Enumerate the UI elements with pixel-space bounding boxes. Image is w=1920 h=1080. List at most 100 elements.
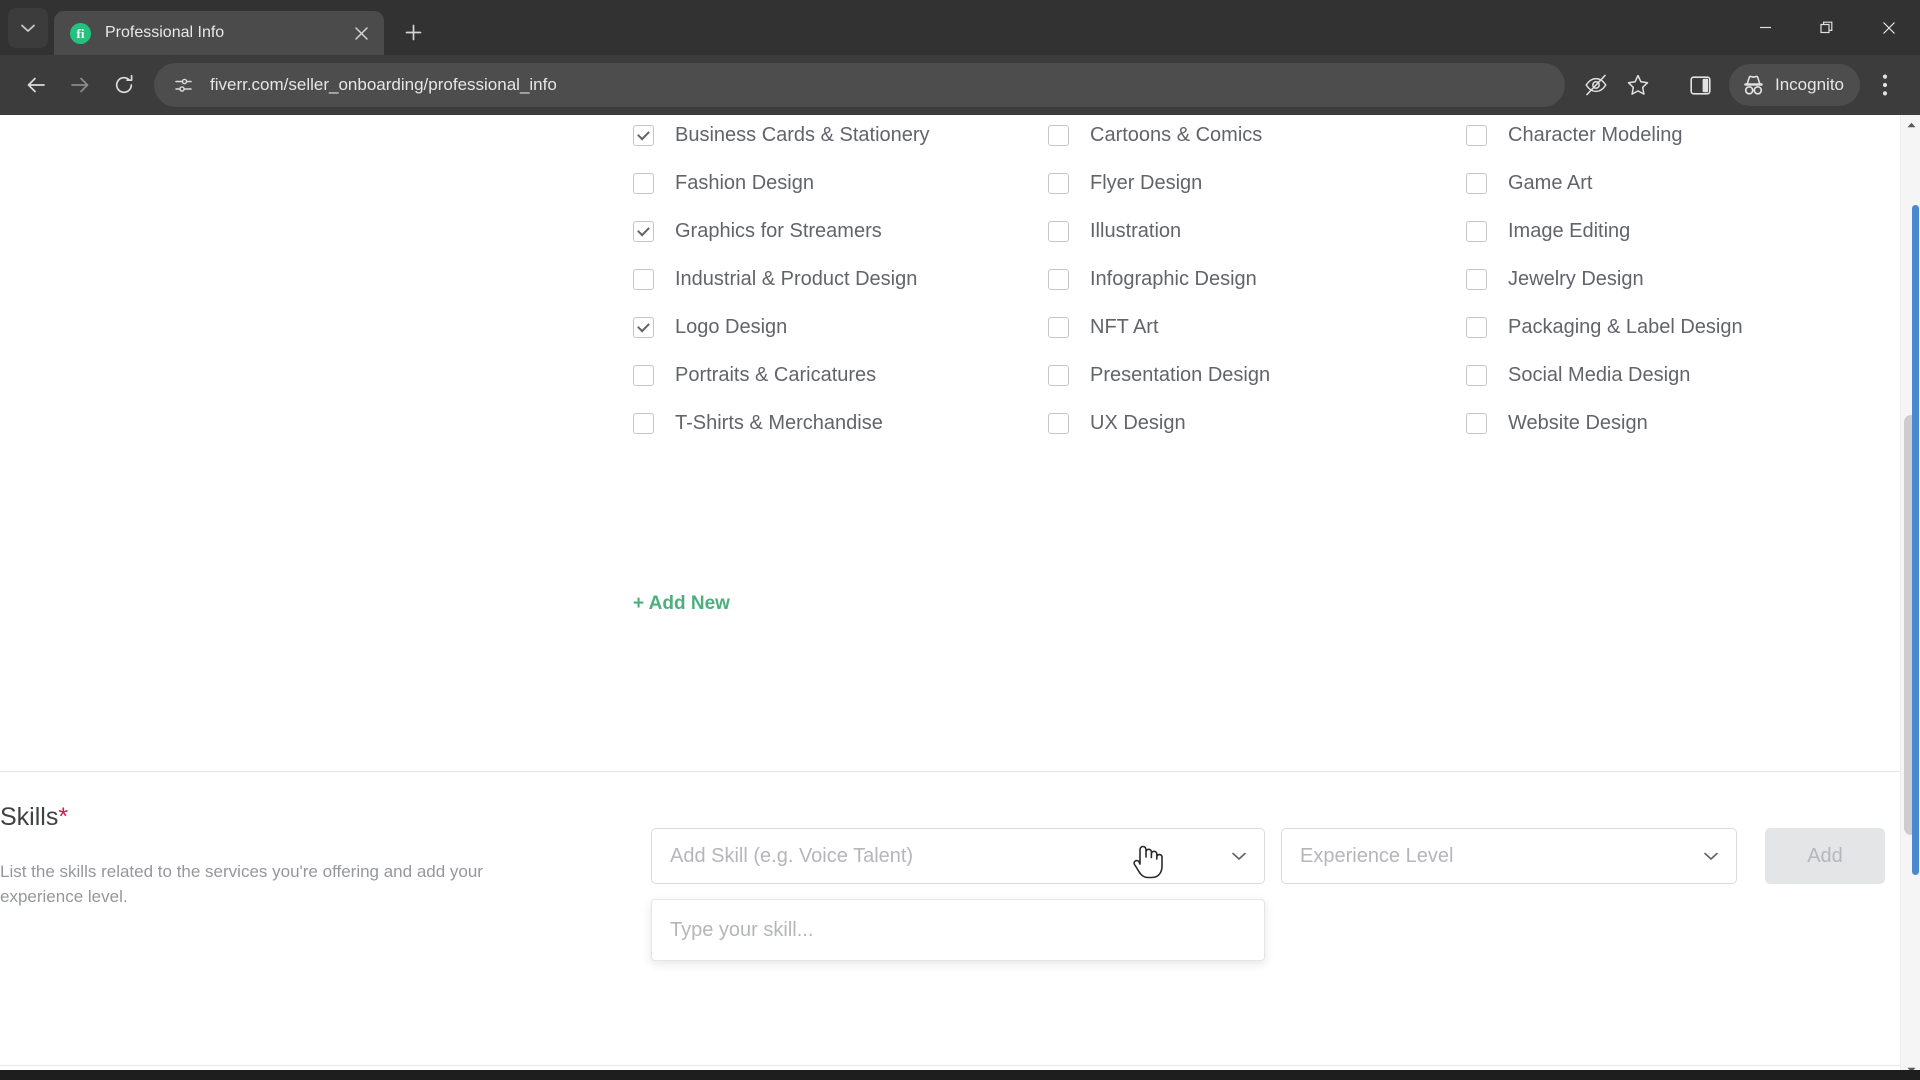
checkbox-unchecked-icon[interactable]	[1466, 220, 1487, 242]
checkbox-unchecked-icon[interactable]	[1048, 124, 1069, 146]
incognito-indicator[interactable]: Incognito	[1729, 64, 1860, 106]
checkbox-checked-icon[interactable]	[633, 220, 654, 242]
star-icon	[1627, 74, 1649, 95]
category-checkbox-item[interactable]: Character Modeling	[1466, 115, 1823, 159]
checkbox-unchecked-icon[interactable]	[633, 172, 654, 194]
category-checkbox-label: Packaging & Label Design	[1508, 315, 1743, 338]
add-new-category-link[interactable]: + Add New	[633, 593, 730, 615]
tab-title: Professional Info	[105, 24, 225, 41]
checkbox-unchecked-icon[interactable]	[1048, 316, 1069, 338]
skill-search-dropdown[interactable]: Type your skill...	[651, 899, 1265, 961]
category-checkbox-label: Jewelry Design	[1508, 267, 1644, 290]
category-checkbox-label: T-Shirts & Merchandise	[675, 411, 883, 434]
close-icon	[1883, 21, 1895, 34]
new-tab-button[interactable]	[396, 15, 430, 49]
category-checkbox-label: Industrial & Product Design	[675, 267, 918, 290]
skill-select-placeholder: Add Skill (e.g. Voice Talent)	[670, 844, 914, 867]
tab-close-button[interactable]	[348, 20, 374, 46]
plus-icon	[405, 24, 421, 40]
checkbox-unchecked-icon[interactable]	[1466, 412, 1487, 434]
category-checkbox-item[interactable]: Website Design	[1466, 399, 1823, 447]
back-button[interactable]	[14, 63, 58, 107]
browser-tab-professional-info[interactable]: fi Professional Info	[54, 11, 384, 55]
category-checkbox-item[interactable]: NFT Art	[1048, 303, 1466, 351]
three-dot-menu-icon	[1882, 74, 1888, 96]
checkbox-unchecked-icon[interactable]	[1048, 364, 1069, 386]
checkbox-unchecked-icon[interactable]	[633, 364, 654, 386]
category-checkbox-label: Fashion Design	[675, 171, 814, 194]
eye-off-icon[interactable]	[1575, 64, 1617, 106]
skill-search-input-placeholder[interactable]: Type your skill...	[670, 919, 813, 942]
incognito-icon	[1744, 75, 1763, 95]
category-checkbox-label: Portraits & Caricatures	[675, 363, 877, 386]
category-checkbox-label: Website Design	[1508, 411, 1648, 434]
chrome-menu-button[interactable]	[1864, 64, 1906, 106]
category-checkbox-item[interactable]: Industrial & Product Design	[633, 255, 1048, 303]
sliders-icon	[174, 78, 192, 92]
category-checkbox-item[interactable]: Logo Design	[633, 303, 1048, 351]
checkbox-unchecked-icon[interactable]	[1048, 172, 1069, 194]
required-asterisk: *	[58, 803, 69, 831]
category-checkbox-item[interactable]: Business Cards & Stationery	[633, 115, 1048, 159]
checkbox-unchecked-icon[interactable]	[633, 412, 654, 434]
chevron-up-icon	[1907, 122, 1915, 128]
close-icon	[354, 26, 368, 40]
eye-off-glyph	[1585, 74, 1607, 96]
reload-button[interactable]	[102, 63, 146, 107]
browser-window: fi Professional Info fiverr.com/seller_o…	[0, 0, 1920, 1080]
category-checkbox-item[interactable]: T-Shirts & Merchandise	[633, 399, 1048, 447]
section-divider-skills	[0, 771, 1920, 772]
url-text: fiverr.com/seller_onboarding/professiona…	[210, 75, 557, 94]
category-checkbox-item[interactable]: Flyer Design	[1048, 159, 1466, 207]
site-settings-icon[interactable]	[168, 70, 198, 100]
inner-scrollbar-thumb[interactable]	[1912, 205, 1919, 875]
service-categories-grid: Business Cards & Stationery Cartoons & Co…	[633, 115, 1823, 447]
checkbox-unchecked-icon[interactable]	[1048, 220, 1069, 242]
maximize-button[interactable]	[1796, 0, 1858, 55]
close-window-button[interactable]	[1858, 0, 1920, 55]
category-checkbox-item[interactable]: Jewelry Design	[1466, 255, 1823, 303]
tab-search-button[interactable]	[8, 8, 48, 48]
forward-button[interactable]	[58, 63, 102, 107]
checkbox-unchecked-icon[interactable]	[1466, 268, 1487, 290]
category-checkbox-item[interactable]: Packaging & Label Design	[1466, 303, 1823, 351]
category-checkbox-item[interactable]: Fashion Design	[633, 159, 1048, 207]
checkbox-unchecked-icon[interactable]	[1048, 268, 1069, 290]
category-checkbox-item[interactable]: Illustration	[1048, 207, 1466, 255]
checkbox-unchecked-icon[interactable]	[1466, 364, 1487, 386]
category-checkbox-item[interactable]: Infographic Design	[1048, 255, 1466, 303]
minimize-button[interactable]	[1734, 0, 1796, 55]
category-checkbox-label: Graphics for Streamers	[675, 219, 882, 242]
experience-level-select[interactable]: Experience Level	[1281, 828, 1737, 884]
category-checkbox-item[interactable]: Presentation Design	[1048, 351, 1466, 399]
category-checkbox-item[interactable]: Game Art	[1466, 159, 1823, 207]
skills-title-text: Skills	[0, 803, 59, 831]
checkbox-unchecked-icon[interactable]	[633, 268, 654, 290]
category-checkbox-label: Image Editing	[1508, 219, 1631, 242]
category-checkbox-item[interactable]: Graphics for Streamers	[633, 207, 1048, 255]
bookmark-star-button[interactable]	[1617, 64, 1659, 106]
category-checkbox-label: UX Design	[1090, 411, 1186, 434]
category-checkbox-item[interactable]: Social Media Design	[1466, 351, 1823, 399]
category-checkbox-label: Infographic Design	[1090, 267, 1257, 290]
chevron-down-icon	[1704, 852, 1718, 860]
chevron-down-icon	[1232, 852, 1246, 860]
scrollbar-up-arrow[interactable]	[1901, 115, 1920, 135]
skill-select[interactable]: Add Skill (e.g. Voice Talent)	[651, 828, 1265, 884]
minimize-icon	[1759, 26, 1771, 29]
address-bar[interactable]: fiverr.com/seller_onboarding/professiona…	[154, 63, 1565, 107]
checkbox-unchecked-icon[interactable]	[1466, 124, 1487, 146]
category-checkbox-item[interactable]: Cartoons & Comics	[1048, 115, 1466, 159]
checkbox-unchecked-icon[interactable]	[1466, 316, 1487, 338]
section-divider-education	[0, 1065, 1920, 1066]
checkbox-checked-icon[interactable]	[633, 124, 654, 146]
category-checkbox-item[interactable]: Portraits & Caricatures	[633, 351, 1048, 399]
tab-strip: fi Professional Info	[0, 0, 1920, 55]
checkbox-unchecked-icon[interactable]	[1048, 412, 1069, 434]
side-panel-button[interactable]	[1679, 64, 1721, 106]
category-checkbox-item[interactable]: Image Editing	[1466, 207, 1823, 255]
checkbox-checked-icon[interactable]	[633, 316, 654, 338]
category-checkbox-item[interactable]: UX Design	[1048, 399, 1466, 447]
add-skill-button[interactable]: Add	[1765, 828, 1885, 884]
checkbox-unchecked-icon[interactable]	[1466, 172, 1487, 194]
